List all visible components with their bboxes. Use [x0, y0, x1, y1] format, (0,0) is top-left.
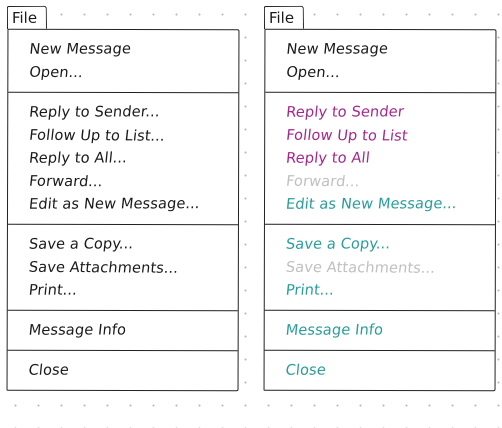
menu-item-close[interactable]: Close	[284, 358, 495, 382]
file-menu-before: File New Message Open... Reply to Sender…	[6, 5, 240, 392]
menu-item-reply-to-sender[interactable]: Reply to Sender...	[28, 100, 239, 124]
menu-group-new-open: New Message Open...	[8, 29, 239, 94]
menu-group-new-open: New Message Open...	[265, 29, 496, 94]
menu-item-reply-to-all[interactable]: Reply to All	[285, 146, 496, 170]
menu-item-save-a-copy[interactable]: Save a Copy...	[28, 232, 239, 256]
menu-item-forward: Forward...	[285, 172, 361, 191]
menu-item-close[interactable]: Close	[27, 358, 238, 382]
menu-item-save-attachments: Save Attachments...	[284, 258, 437, 277]
menu-item-save-attachments[interactable]: Save Attachments...	[28, 256, 239, 280]
menu-group-save-print: Save a Copy... Save Attachments... Print…	[7, 224, 239, 312]
menu-item-message-info[interactable]: Message Info	[285, 318, 496, 342]
menu-group-info: Message Info	[7, 310, 239, 352]
menu-item-edit-as-new-message[interactable]: Edit as New Message...	[28, 192, 239, 216]
file-menu-panel: New Message Open... Reply to Sender... F…	[6, 28, 240, 392]
file-menu-tab[interactable]: File	[6, 5, 48, 29]
menu-group-save-print: Save a Copy... Save Attachments... Print…	[264, 224, 496, 312]
menu-item-follow-up-to-list[interactable]: Follow Up to List	[285, 124, 496, 148]
menu-item-reply-to-all[interactable]: Reply to All...	[28, 146, 239, 170]
menu-group-info: Message Info	[264, 310, 496, 352]
file-menu-after: File New Message Open... Reply to Sender…	[263, 5, 497, 392]
menu-item-forward[interactable]: Forward...	[28, 170, 239, 194]
menu-item-new-message[interactable]: New Message	[28, 37, 239, 61]
menu-item-message-info[interactable]: Message Info	[28, 318, 239, 342]
menu-item-follow-up-to-list[interactable]: Follow Up to List...	[28, 124, 239, 148]
menu-item-print[interactable]: Print...	[28, 278, 239, 302]
menu-group-reply: Reply to Sender Follow Up to List Reply …	[264, 92, 496, 226]
menu-item-open[interactable]: Open...	[285, 61, 496, 85]
menu-group-close: Close	[8, 351, 238, 391]
file-menu-tab[interactable]: File	[263, 5, 305, 29]
menu-item-new-message[interactable]: New Message	[285, 37, 496, 61]
menu-item-reply-to-sender[interactable]: Reply to Sender	[285, 100, 496, 124]
file-menu-panel: New Message Open... Reply to Sender Foll…	[263, 28, 497, 392]
menu-group-close: Close	[265, 351, 495, 391]
menu-item-open[interactable]: Open...	[28, 61, 239, 85]
menu-item-print[interactable]: Print...	[285, 278, 496, 302]
menu-item-save-a-copy[interactable]: Save a Copy...	[285, 232, 496, 256]
menu-group-reply: Reply to Sender... Follow Up to List... …	[7, 92, 239, 226]
menu-item-edit-as-new-message[interactable]: Edit as New Message...	[285, 192, 496, 216]
